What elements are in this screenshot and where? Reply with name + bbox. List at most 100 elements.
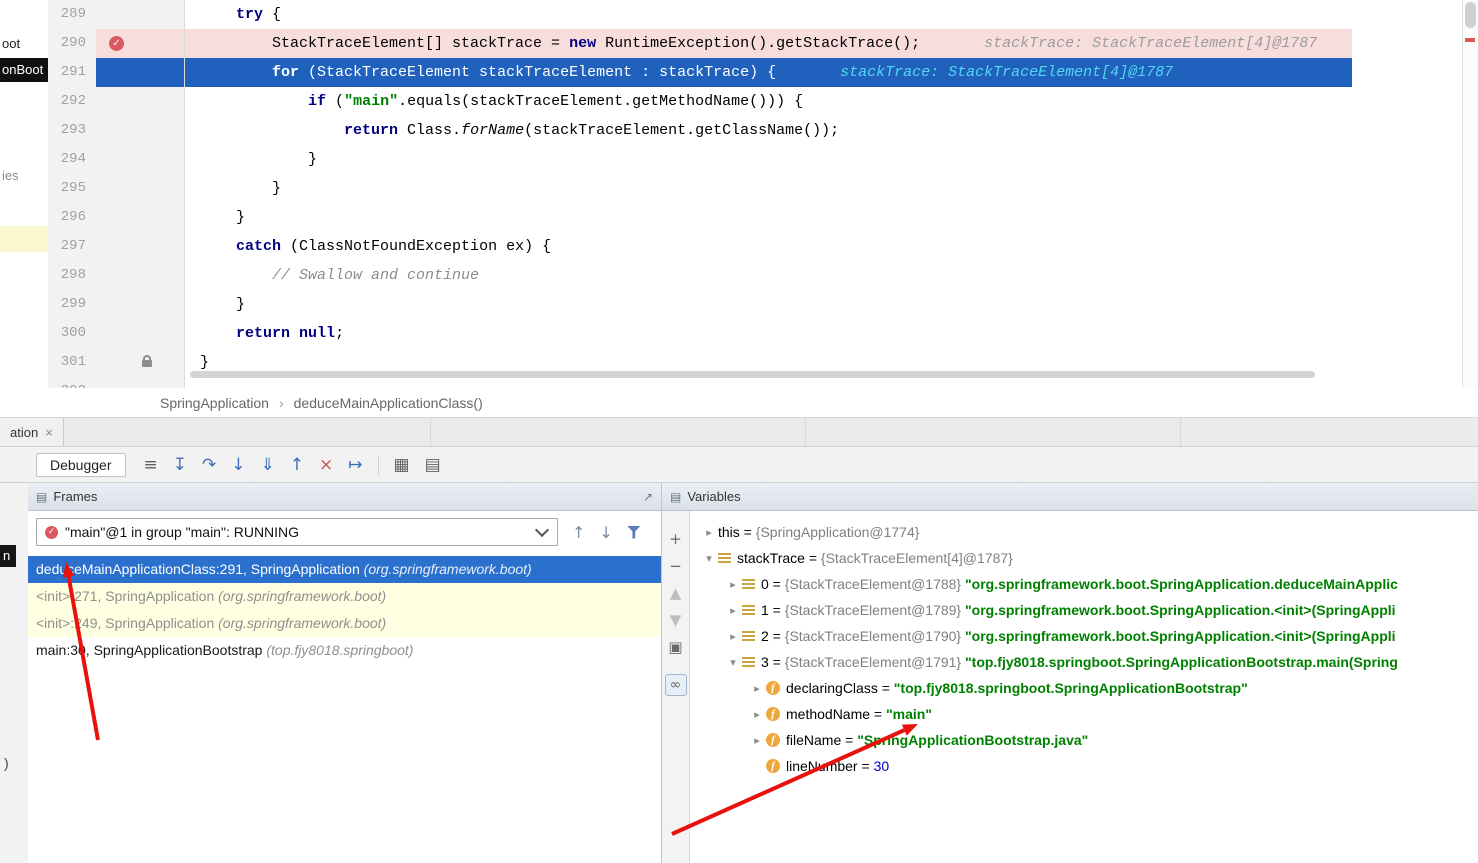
editor-line[interactable]: 302 [48, 377, 1462, 388]
editor-line[interactable]: 296 } [48, 203, 1462, 232]
array-icon [742, 605, 755, 615]
editor-line[interactable]: 289 try { [48, 0, 1462, 29]
previous-frame-icon[interactable]: ↑ [572, 523, 585, 542]
variable-row[interactable]: ▸fmethodName = "main" [690, 701, 1478, 727]
variable-reference: {SpringApplication@1774} [756, 524, 920, 540]
toolwindow-button-fragment[interactable]: n [0, 545, 16, 567]
chevron-down-icon [535, 523, 549, 537]
editor-line[interactable]: 298 // Swallow and continue [48, 261, 1462, 290]
frame-row[interactable]: <init>:271, SpringApplication (org.sprin… [28, 583, 661, 610]
project-item-selected[interactable]: onBoot [0, 58, 50, 82]
editor-line[interactable]: 292 if ("main".equals(stackTraceElement.… [48, 87, 1462, 116]
step-out-icon[interactable]: ↑ [290, 453, 304, 477]
editor-horizontal-scrollbar[interactable] [190, 371, 1315, 378]
code-token: catch [236, 238, 281, 255]
debugger-side-toolbar: + − ▲ ▼ ▣ ∞ [662, 511, 690, 863]
editor-line[interactable]: 300 return null; [48, 319, 1462, 348]
project-item-fragment[interactable]: oot [2, 36, 20, 51]
code-token: return [344, 122, 398, 139]
line-number: 297 [48, 232, 96, 261]
code-token: ; [335, 325, 344, 342]
step-over-icon[interactable]: ↷ [202, 453, 216, 477]
show-execution-point-icon[interactable]: ↧ [173, 453, 187, 477]
tab-session-label: ation [10, 425, 38, 440]
evaluate-expression-icon[interactable]: ▦ [394, 453, 410, 477]
code-token: StackTraceElement[] stackTrace = [272, 35, 569, 52]
breadcrumb-method[interactable]: deduceMainApplicationClass() [294, 395, 483, 411]
expand-chevron-icon[interactable]: ▸ [724, 578, 742, 591]
remove-icon[interactable]: − [665, 555, 687, 577]
breadcrumb-class[interactable]: SpringApplication [160, 395, 269, 411]
variable-row[interactable]: ▸1 = {StackTraceElement@1789} "org.sprin… [690, 597, 1478, 623]
variable-row[interactable]: ▸fdeclaringClass = "top.fjy8018.springbo… [690, 675, 1478, 701]
run-to-cursor-icon[interactable]: ↦ [348, 453, 362, 477]
expand-chevron-icon[interactable]: ▸ [748, 682, 766, 695]
variable-reference: {StackTraceElement[4]@1787} [821, 550, 1013, 566]
editor-line[interactable]: 290✓ StackTraceElement[] stackTrace = ne… [48, 29, 1462, 58]
line-number: 291 [48, 58, 96, 87]
frame-row[interactable]: deduceMainApplicationClass:291, SpringAp… [28, 556, 661, 583]
frame-row[interactable]: main:30, SpringApplicationBootstrap (top… [28, 637, 661, 664]
equals-sign: = [841, 732, 857, 748]
variable-string-value: "org.springframework.boot.SpringApplicat… [965, 602, 1396, 618]
variable-row[interactable]: ▸0 = {StackTraceElement@1788} "org.sprin… [690, 571, 1478, 597]
expand-chevron-icon[interactable]: ▸ [748, 708, 766, 721]
editor-line[interactable]: 291 for (StackTraceElement stackTraceEle… [48, 58, 1462, 87]
scroll-down-icon[interactable]: ▼ [665, 609, 687, 631]
next-frame-icon[interactable]: ↓ [599, 523, 612, 542]
step-into-icon[interactable]: ↓ [231, 453, 245, 477]
project-item-fragment-2[interactable]: ies [2, 168, 19, 183]
show-watches-toggle[interactable]: ∞ [665, 674, 687, 696]
tab-session[interactable]: ation × [0, 418, 64, 446]
filter-frames-icon[interactable] [627, 526, 641, 539]
expand-chevron-icon[interactable]: ▸ [724, 604, 742, 617]
restore-layout-icon[interactable]: ≡ [144, 453, 158, 477]
code-token: } [236, 209, 245, 226]
variable-row[interactable]: ▸2 = {StackTraceElement@1790} "org.sprin… [690, 623, 1478, 649]
code-text: // Swallow and continue [185, 261, 1352, 290]
thread-selector[interactable]: ✓ "main"@1 in group "main": RUNNING [36, 518, 558, 546]
frame-method: <init>:249, SpringApplication [36, 615, 218, 631]
code-editor[interactable]: 289 try {290✓ StackTraceElement[] stackT… [48, 0, 1462, 388]
editor-line[interactable]: 293 return Class.forName(stackTraceEleme… [48, 116, 1462, 145]
gutter-icon-strip [96, 319, 185, 348]
breadcrumb: SpringApplication › deduceMainApplicatio… [0, 388, 1478, 418]
variable-row[interactable]: ▸this = {SpringApplication@1774} [690, 519, 1478, 545]
drop-frame-icon[interactable]: × [319, 453, 333, 477]
float-window-icon[interactable]: ↗ [643, 490, 653, 504]
vertical-scrollbar-thumb[interactable] [1465, 2, 1476, 28]
frame-row[interactable]: <init>:249, SpringApplication (org.sprin… [28, 610, 661, 637]
variable-row[interactable]: ▾stackTrace = {StackTraceElement[4]@1787… [690, 545, 1478, 571]
add-icon[interactable]: + [665, 528, 687, 550]
editor-scrollbar-stripe[interactable] [1462, 0, 1478, 418]
expand-chevron-icon[interactable]: ▸ [724, 630, 742, 643]
editor-line[interactable]: 295 } [48, 174, 1462, 203]
code-text: } [185, 145, 1352, 174]
expand-chevron-icon[interactable]: ▾ [700, 552, 718, 565]
copy-stack-icon[interactable]: ▣ [665, 636, 687, 658]
close-icon[interactable]: × [45, 425, 53, 440]
editor-line[interactable]: 294 } [48, 145, 1462, 174]
tab-debugger[interactable]: Debugger [36, 453, 126, 477]
expand-chevron-icon[interactable]: ▸ [748, 734, 766, 747]
frame-package: (top.fjy8018.springboot) [266, 642, 413, 658]
force-step-into-icon[interactable]: ⇓ [261, 453, 275, 477]
variable-string-value: "SpringApplicationBootstrap.java" [857, 732, 1088, 748]
code-token [290, 325, 299, 342]
layout-settings-icon[interactable]: ▤ [425, 453, 441, 477]
code-token: } [236, 296, 245, 313]
variable-row[interactable]: ▸ffileName = "SpringApplicationBootstrap… [690, 727, 1478, 753]
editor-line[interactable]: 299 } [48, 290, 1462, 319]
gutter-icon-strip [96, 87, 185, 116]
variable-row[interactable]: flineNumber = 30 [690, 753, 1478, 779]
expand-chevron-icon[interactable]: ▾ [724, 656, 742, 669]
text-fragment: ) [4, 755, 9, 771]
line-number: 301 [48, 348, 96, 377]
editor-line[interactable]: 297 catch (ClassNotFoundException ex) { [48, 232, 1462, 261]
scroll-up-icon[interactable]: ▲ [665, 582, 687, 604]
breakpoint-stripe-mark[interactable] [1465, 38, 1475, 42]
expand-chevron-icon[interactable]: ▸ [700, 526, 718, 539]
breakpoint-icon[interactable]: ✓ [109, 36, 124, 51]
variable-row[interactable]: ▾3 = {StackTraceElement@1791} "top.fjy80… [690, 649, 1478, 675]
field-icon: f [766, 733, 780, 747]
